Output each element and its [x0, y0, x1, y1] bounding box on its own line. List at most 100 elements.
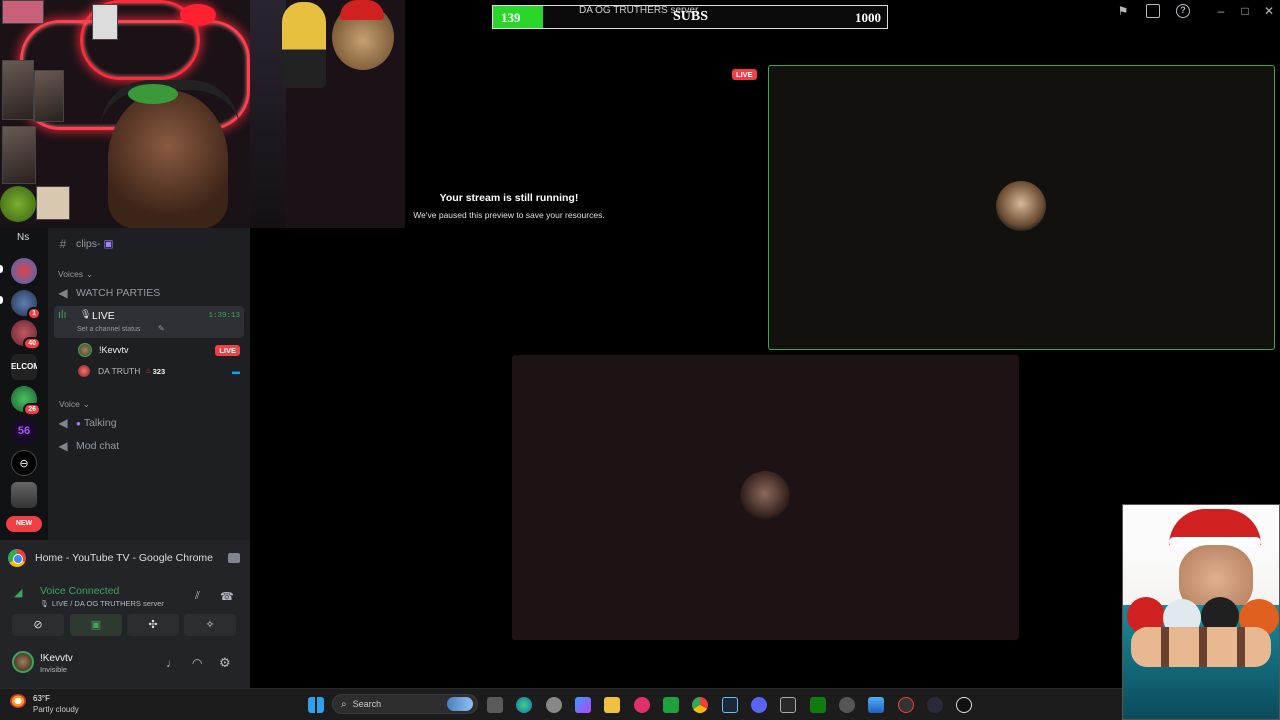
soundboard-button[interactable]: ✧ [184, 614, 236, 636]
member-count: 323 [152, 366, 166, 376]
photo-sticker [34, 70, 64, 122]
activities-button[interactable]: ✣ [127, 614, 179, 636]
server-folder-label[interactable]: Ns [17, 232, 29, 243]
stream-message-body: We've paused this preview to save your r… [413, 210, 605, 220]
taskbar-search[interactable]: ⌕ Search [332, 694, 478, 714]
server-icon-elcom[interactable]: ELCOM [11, 354, 37, 380]
unreal-icon[interactable] [956, 697, 972, 713]
microphone-icon[interactable]: ♩ [166, 656, 178, 670]
new-server-badge[interactable]: NEW [6, 516, 42, 532]
help-icon[interactable]: ? [1176, 4, 1190, 18]
search-placeholder: Search [352, 699, 382, 709]
streaming-source[interactable]: Home - YouTube TV - Google Chrome [8, 546, 240, 570]
file-explorer-icon[interactable] [604, 697, 620, 713]
server-icon[interactable]: 40 [11, 320, 41, 350]
channel-live[interactable]: ılı 🎙 LIVE 1:39:13 Set a channel status … [54, 306, 244, 338]
obs-icon[interactable] [898, 697, 914, 713]
screen-share-icon: ▣ [90, 619, 102, 631]
photo-sticker [2, 126, 36, 184]
participant-tile[interactable] [768, 65, 1275, 350]
stream-source-title: Home - YouTube TV - Google Chrome [35, 552, 214, 564]
camera-off-icon: ⊘ [33, 619, 43, 631]
copilot-icon[interactable] [575, 697, 591, 713]
stop-stream-icon[interactable] [228, 553, 240, 563]
music-icon[interactable] [634, 697, 650, 713]
live-badge: LIVE [215, 344, 240, 356]
maximize-icon[interactable]: □ [1238, 4, 1252, 18]
mic-icon: 🎙 [80, 309, 92, 319]
photos-icon[interactable] [868, 697, 884, 713]
pencil-icon[interactable]: ✎ [158, 324, 165, 333]
channel-name: clips- [76, 238, 101, 250]
member-name: !Kevvtv [99, 345, 129, 355]
channel-mod-chat[interactable]: ◀ Mod chat [54, 435, 244, 457]
photo-sticker [92, 4, 118, 40]
voice-location[interactable]: 🎙 LIVE / DA OG TRUTHERS server [40, 599, 164, 608]
app-icon[interactable] [839, 697, 855, 713]
disconnect-icon[interactable]: ☎ [220, 590, 234, 603]
noise-suppression-icon[interactable]: ⫽ [195, 590, 200, 603]
channel-status-placeholder[interactable]: Set a channel status [77, 326, 140, 333]
settings-icon[interactable] [546, 697, 562, 713]
avatar [78, 343, 92, 357]
channel-watch-parties[interactable]: ◀ WATCH PARTIES [54, 282, 244, 304]
search-highlight-icon [447, 697, 473, 711]
mention-badge: 26 [23, 403, 41, 416]
username: !Kevvtv [40, 653, 73, 664]
stream-paused-message: Your stream is still running! We've paus… [300, 192, 718, 220]
member-row[interactable]: !Kevvtv LIVE [78, 341, 240, 359]
participant-tile[interactable] [512, 355, 1019, 640]
mention-badge: 40 [23, 337, 41, 350]
edge-icon[interactable] [516, 697, 532, 713]
start-windows-icon[interactable] [308, 697, 324, 713]
subs-goal-bar: 139 DA OG TRUTHERS server SUBS 1000 [492, 5, 888, 29]
task-view-icon[interactable] [487, 697, 503, 713]
server-icon[interactable]: 26 [11, 386, 41, 416]
server-icon[interactable] [11, 258, 37, 284]
chevron-down-icon: ⌄ [86, 268, 94, 279]
server-icon-56[interactable]: 56 [11, 418, 37, 444]
inbox-icon[interactable] [1146, 4, 1160, 18]
channel-list: # clips- ▣ Voices ⌄ ◀ WATCH PARTIES ılı … [48, 228, 250, 540]
voice-location-text: LIVE / DA OG TRUTHERS server [51, 599, 164, 608]
minimize-icon[interactable]: – [1214, 4, 1228, 18]
channel-name: Talking [83, 417, 117, 429]
weather-temp: 63°F [33, 694, 50, 703]
door [250, 0, 286, 228]
server-icon[interactable] [11, 482, 37, 508]
signal-icon[interactable]: ◢ [14, 586, 22, 599]
weather-icon[interactable] [10, 694, 26, 708]
screen-share-button[interactable]: ▣ [70, 614, 122, 636]
discord-icon[interactable] [751, 697, 767, 713]
close-icon[interactable]: ✕ [1262, 4, 1276, 18]
spreadsheet-icon[interactable] [663, 697, 679, 713]
speaker-icon: ◀ [58, 416, 68, 430]
member-row[interactable]: DA TRUTH ♨ 323 ▬ [78, 362, 240, 380]
headphones-icon[interactable]: ◠ [192, 656, 202, 670]
settings-gear-icon[interactable]: ⚙ [219, 655, 231, 671]
mic-icon: 🎙 [40, 600, 49, 608]
camera-off-button[interactable]: ⊘ [12, 614, 64, 636]
channel-clips[interactable]: # clips- ▣ [54, 233, 244, 255]
steam-icon[interactable] [722, 697, 738, 713]
media-player-icon[interactable] [927, 697, 943, 713]
hash-icon: # [59, 237, 67, 251]
mention-badge: 1 [27, 307, 41, 320]
figurine [282, 2, 326, 88]
category-label: Voice [59, 399, 80, 409]
photo-sticker [36, 186, 70, 220]
santa-hat [340, 0, 384, 20]
taskbar: 63°F Partly cloudy [0, 688, 1122, 720]
flag-icon[interactable]: ⚑ [1116, 4, 1130, 18]
server-icon[interactable]: 1 [11, 290, 41, 320]
fire-icon: ♨ [145, 368, 152, 375]
xbox-icon[interactable] [810, 697, 826, 713]
server-icon-lock[interactable]: ⊖ [11, 450, 37, 476]
kid-faces [1131, 627, 1271, 667]
soundboard-icon: ✧ [205, 619, 215, 631]
avatar[interactable] [12, 651, 34, 673]
participant-avatar [740, 471, 790, 521]
chrome-taskbar-icon[interactable] [692, 697, 708, 713]
app-icon[interactable] [780, 697, 796, 713]
channel-talking[interactable]: ◀ ● Talking [54, 412, 244, 434]
